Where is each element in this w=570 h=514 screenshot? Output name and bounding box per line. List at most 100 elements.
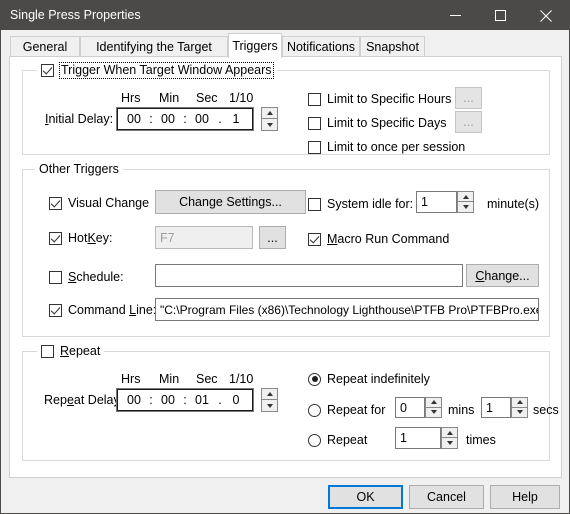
- chevron-up-icon: [430, 400, 437, 405]
- chevron-up-icon: [266, 111, 273, 115]
- visual-change-row[interactable]: Visual Change: [49, 196, 149, 210]
- schedule-label: Schedule:: [68, 270, 124, 284]
- close-icon[interactable]: [523, 1, 568, 30]
- change-settings-button[interactable]: Change Settings...: [155, 190, 306, 214]
- repeat-group-caption[interactable]: Repeat: [37, 344, 105, 359]
- repeat-delay-sec-header: Sec: [196, 372, 218, 386]
- command-line-input[interactable]: "C:\Program Files (x86)\Technology Light…: [155, 298, 539, 321]
- system-idle-spinner-up[interactable]: [457, 191, 474, 202]
- repeat-for-mins-spinner[interactable]: [425, 397, 442, 418]
- system-idle-spinner-down[interactable]: [457, 202, 474, 213]
- title-bar: Single Press Properties: [1, 1, 569, 30]
- initial-delay-spinner[interactable]: [261, 107, 278, 131]
- initial-delay-spinner-up[interactable]: [261, 107, 278, 119]
- repeat-times-spinner-down[interactable]: [441, 438, 458, 449]
- system-idle-unit-label: minute(s): [487, 197, 540, 211]
- chevron-down-icon: [266, 122, 273, 127]
- repeat-for-secs-input[interactable]: 1: [481, 397, 511, 418]
- hotkey-row[interactable]: HotKey:: [49, 231, 112, 245]
- repeat-for-mins-input[interactable]: 0: [395, 397, 425, 418]
- repeat-indefinitely-radio[interactable]: [308, 372, 321, 386]
- other-triggers-caption: Other Triggers: [35, 162, 123, 177]
- schedule-row[interactable]: Schedule:: [49, 270, 124, 284]
- trigger-group-caption[interactable]: Trigger When Target Window Appears: [37, 62, 277, 79]
- repeat-indefinitely-row[interactable]: Repeat indefinitely: [308, 372, 430, 386]
- hotkey-checkbox[interactable]: [49, 231, 62, 245]
- schedule-checkbox[interactable]: [49, 270, 62, 284]
- repeat-for-secs-spinner-down[interactable]: [511, 407, 528, 418]
- dialog-window: Single Press Properties General Identify…: [0, 0, 570, 514]
- tab-identifying-the-target[interactable]: Identifying the Target: [80, 36, 228, 57]
- repeat-delay-tenth-value: 0: [232, 393, 240, 407]
- repeat-delay-min-value: 00: [161, 393, 175, 407]
- limit-to-specific-days-browse-button[interactable]: ...: [455, 111, 482, 133]
- repeat-times-row[interactable]: Repeat: [308, 433, 367, 447]
- repeat-delay-sep1: :: [149, 393, 153, 407]
- chevron-down-icon: [516, 410, 523, 415]
- limit-to-specific-hours-browse-button[interactable]: ...: [455, 87, 482, 109]
- repeat-times-spinner-up[interactable]: [441, 427, 458, 438]
- tab-snapshot[interactable]: Snapshot: [360, 36, 425, 57]
- repeat-delay-spinner-up[interactable]: [261, 388, 278, 400]
- repeat-for-mins-spinner-up[interactable]: [425, 397, 442, 408]
- schedule-change-button[interactable]: Change...: [466, 264, 539, 287]
- minimize-icon[interactable]: [433, 1, 478, 30]
- repeat-times-input[interactable]: 1: [395, 427, 441, 449]
- command-line-checkbox[interactable]: [49, 303, 62, 317]
- limit-to-once-per-session-checkbox[interactable]: [308, 140, 321, 154]
- visual-change-checkbox[interactable]: [49, 196, 62, 210]
- initial-delay-hrs-value: 00: [127, 112, 141, 126]
- limit-to-specific-hours-row[interactable]: Limit to Specific Hours: [308, 92, 451, 106]
- trigger-when-target-window-appears-checkbox[interactable]: [41, 64, 54, 77]
- tab-triggers[interactable]: Triggers: [228, 33, 282, 58]
- limit-to-specific-hours-checkbox[interactable]: [308, 92, 321, 106]
- initial-delay-min-header: Min: [159, 91, 180, 105]
- repeat-delay-sep3: .: [218, 393, 222, 407]
- repeat-delay-spinner-down[interactable]: [261, 400, 278, 412]
- initial-delay-label: Initial Delay:: [45, 112, 114, 126]
- initial-delay-timebox[interactable]: 00 : 00 : 00 . 1: [116, 107, 254, 131]
- tab-general[interactable]: General: [10, 36, 80, 57]
- repeat-for-row[interactable]: Repeat for: [308, 403, 385, 417]
- repeat-indefinitely-label: Repeat indefinitely: [327, 372, 430, 386]
- repeat-delay-spinner[interactable]: [261, 388, 278, 412]
- limit-to-once-per-session-row[interactable]: Limit to once per session: [308, 140, 465, 154]
- system-idle-checkbox[interactable]: [308, 197, 321, 211]
- system-idle-value-input[interactable]: 1: [416, 191, 457, 213]
- repeat-delay-label: Repeat Delay:: [44, 393, 124, 407]
- limit-to-specific-days-label: Limit to Specific Days: [327, 116, 447, 130]
- initial-delay-hrs-header: Hrs: [121, 91, 141, 105]
- repeat-delay-timebox[interactable]: 00 : 00 : 01 . 0: [116, 388, 254, 412]
- tab-notifications[interactable]: Notifications: [282, 36, 360, 57]
- repeat-delay-sep2: :: [183, 393, 187, 407]
- schedule-input[interactable]: [155, 264, 463, 287]
- command-line-row[interactable]: Command Line:: [49, 303, 156, 317]
- system-idle-row[interactable]: System idle for:: [308, 197, 413, 211]
- macro-run-command-row[interactable]: Macro Run Command: [308, 232, 449, 246]
- repeat-delay-sec-value: 01: [195, 393, 209, 407]
- repeat-times-radio[interactable]: [308, 433, 321, 447]
- group-trigger-when-target-window-appears: Trigger When Target Window Appears Hrs M…: [22, 62, 550, 155]
- macro-run-command-checkbox[interactable]: [308, 232, 321, 246]
- repeat-for-radio[interactable]: [308, 403, 321, 417]
- hotkey-browse-button[interactable]: ...: [259, 226, 286, 249]
- maximize-icon[interactable]: [478, 1, 523, 30]
- schedule-change-button-label: Change...: [475, 268, 530, 283]
- repeat-for-secs-spinner-up[interactable]: [511, 397, 528, 408]
- hotkey-input[interactable]: F7: [155, 226, 253, 249]
- initial-delay-spinner-down[interactable]: [261, 119, 278, 131]
- system-idle-spinner[interactable]: [457, 191, 474, 213]
- repeat-checkbox[interactable]: [41, 345, 54, 358]
- help-button[interactable]: Help: [490, 485, 560, 509]
- repeat-group-caption-label: Repeat: [60, 344, 101, 358]
- initial-delay-sep2: :: [183, 112, 187, 126]
- repeat-times-spinner[interactable]: [441, 427, 458, 449]
- chevron-down-icon: [462, 205, 469, 209]
- limit-to-specific-days-row[interactable]: Limit to Specific Days: [308, 116, 446, 130]
- repeat-for-secs-spinner[interactable]: [511, 397, 528, 418]
- cancel-button[interactable]: Cancel: [409, 485, 484, 509]
- chevron-up-icon: [266, 392, 273, 396]
- repeat-for-mins-spinner-down[interactable]: [425, 407, 442, 418]
- ok-button[interactable]: OK: [328, 485, 403, 509]
- limit-to-specific-days-checkbox[interactable]: [308, 116, 321, 130]
